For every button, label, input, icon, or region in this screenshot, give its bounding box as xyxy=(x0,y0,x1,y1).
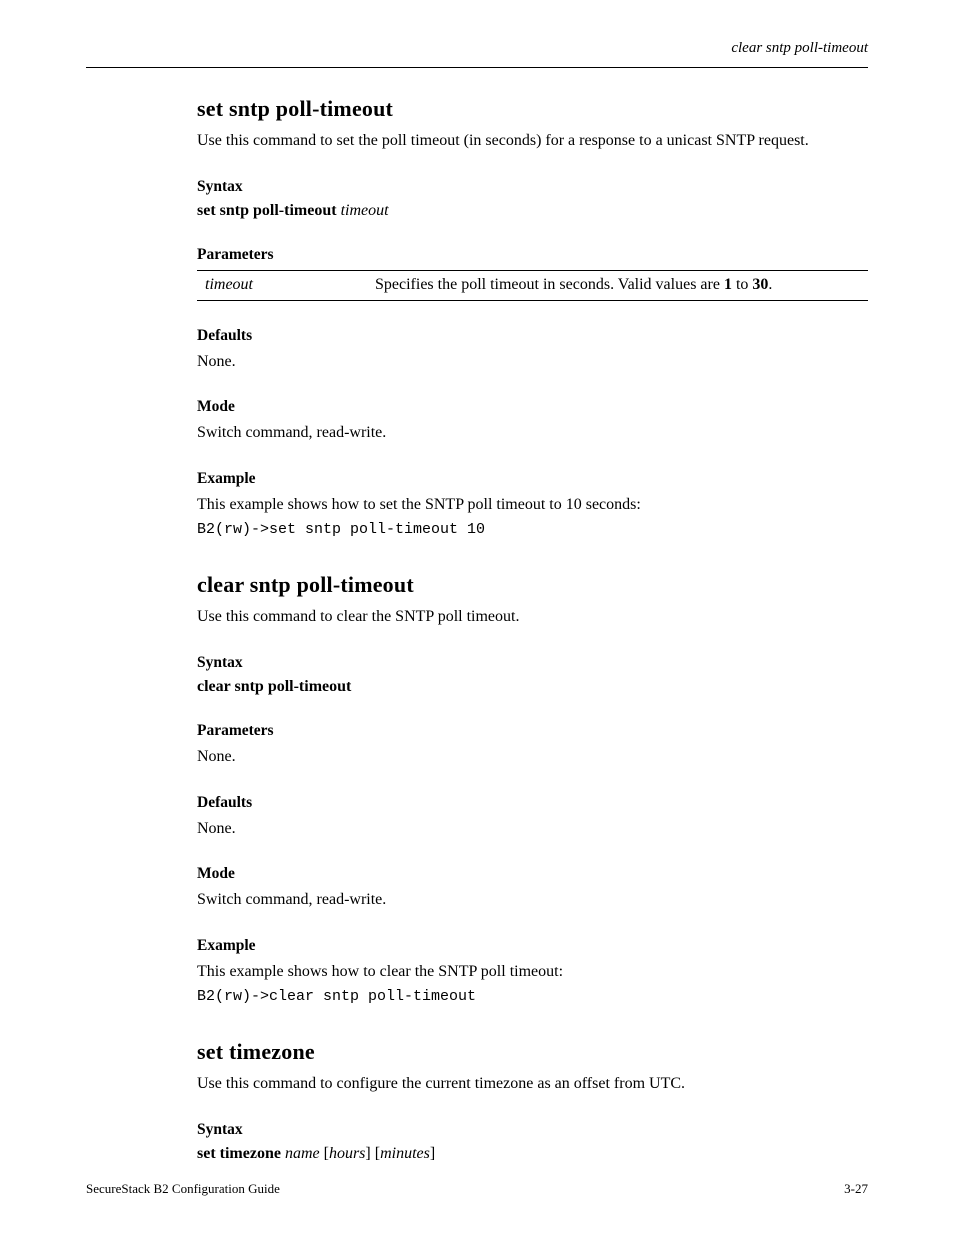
syntax-line: set sntp poll-timeout timeout xyxy=(197,202,868,220)
section-intro: Use this command to set the poll timeout… xyxy=(197,130,868,152)
page-footer: SecureStack B2 Configuration Guide 3-27 xyxy=(86,1181,868,1197)
text: ] xyxy=(430,1145,435,1162)
example-code: B2(rw)->clear sntp poll-timeout xyxy=(197,988,868,1005)
parameters-value: None. xyxy=(197,746,868,768)
section-intro: Use this command to configure the curren… xyxy=(197,1073,868,1095)
syntax-arg: minutes xyxy=(380,1145,430,1162)
syntax-line: set timezone name [hours] [minutes] xyxy=(197,1145,868,1163)
syntax-heading: Syntax xyxy=(197,178,868,196)
param-description: Specifies the poll timeout in seconds. V… xyxy=(375,276,868,294)
defaults-heading: Defaults xyxy=(197,327,868,345)
example-heading: Example xyxy=(197,937,868,955)
text: . xyxy=(768,276,772,293)
syntax-line: clear sntp poll-timeout xyxy=(197,678,868,696)
running-header: clear sntp poll-timeout xyxy=(731,40,868,57)
syntax-command: clear sntp poll-timeout xyxy=(197,678,351,695)
text: [ xyxy=(320,1145,329,1162)
section-title: set sntp poll-timeout xyxy=(197,96,868,122)
text-bold: 1 xyxy=(724,276,732,293)
example-code: B2(rw)->set sntp poll-timeout 10 xyxy=(197,521,868,538)
content-column: set sntp poll-timeout Use this command t… xyxy=(197,96,868,1163)
text: to xyxy=(732,276,752,293)
defaults-value: None. xyxy=(197,351,868,373)
header-rule xyxy=(86,67,868,68)
example-heading: Example xyxy=(197,470,868,488)
section-intro: Use this command to clear the SNTP poll … xyxy=(197,606,868,628)
syntax-arg: timeout xyxy=(341,202,389,219)
syntax-arg: name xyxy=(285,1145,320,1162)
defaults-value: None. xyxy=(197,818,868,840)
section-title: clear sntp poll-timeout xyxy=(197,572,868,598)
table-row: timeout Specifies the poll timeout in se… xyxy=(197,271,868,300)
syntax-command: set sntp poll-timeout xyxy=(197,202,337,219)
syntax-heading: Syntax xyxy=(197,654,868,672)
syntax-arg: hours xyxy=(329,1145,365,1162)
example-text: This example shows how to clear the SNTP… xyxy=(197,961,868,983)
text-bold: 30 xyxy=(752,276,768,293)
text: Specifies the poll timeout in seconds. V… xyxy=(375,276,724,293)
mode-heading: Mode xyxy=(197,865,868,883)
param-name: timeout xyxy=(197,276,375,294)
parameters-heading: Parameters xyxy=(197,722,868,740)
footer-page-number: 3-27 xyxy=(844,1181,868,1197)
footer-title: SecureStack B2 Configuration Guide xyxy=(86,1181,280,1197)
syntax-heading: Syntax xyxy=(197,1121,868,1139)
syntax-command: set timezone xyxy=(197,1145,285,1162)
section-title: set timezone xyxy=(197,1039,868,1065)
mode-heading: Mode xyxy=(197,398,868,416)
page: clear sntp poll-timeout set sntp poll-ti… xyxy=(0,0,954,1235)
parameters-table: timeout Specifies the poll timeout in se… xyxy=(197,270,868,301)
text: ] [ xyxy=(365,1145,380,1162)
mode-value: Switch command, read‑write. xyxy=(197,422,868,444)
mode-value: Switch command, read‑write. xyxy=(197,889,868,911)
parameters-heading: Parameters xyxy=(197,246,868,264)
defaults-heading: Defaults xyxy=(197,794,868,812)
example-text: This example shows how to set the SNTP p… xyxy=(197,494,868,516)
